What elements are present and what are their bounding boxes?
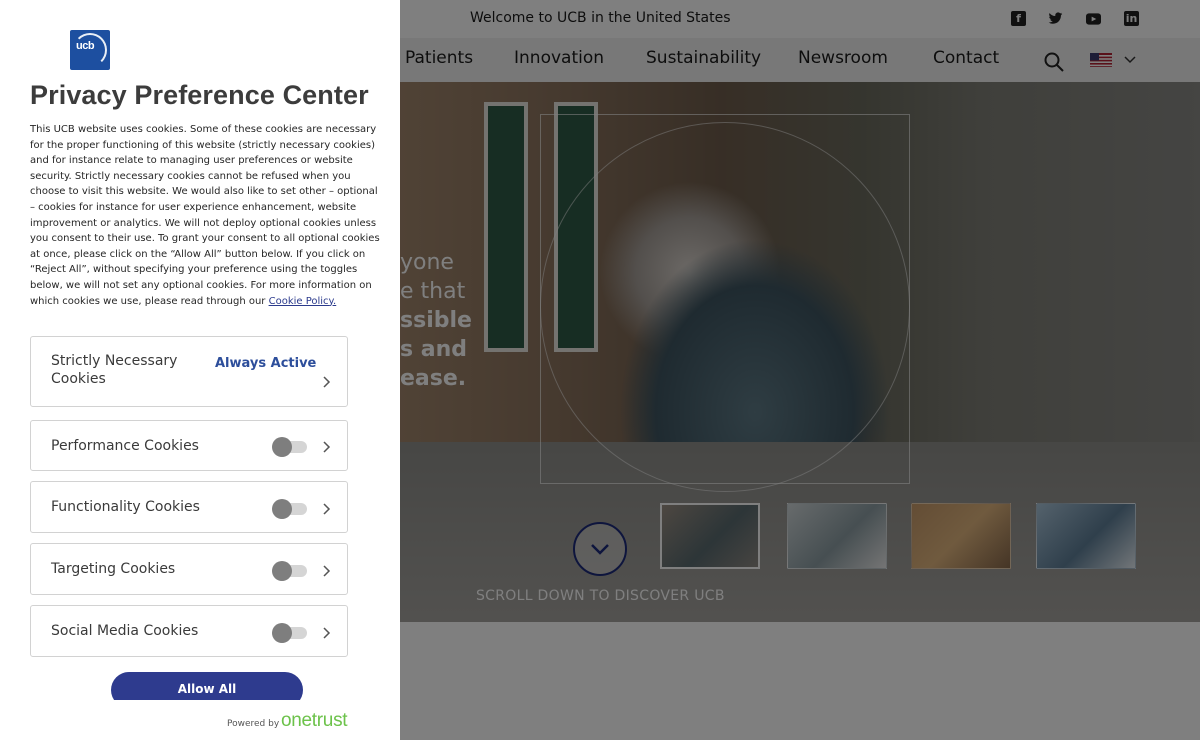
chevron-right-icon[interactable] bbox=[321, 627, 331, 639]
category-label: Performance Cookies bbox=[51, 438, 199, 454]
always-active-badge: Always Active bbox=[215, 356, 317, 371]
category-functionality[interactable]: Functionality Cookies bbox=[30, 481, 348, 533]
category-label: Social Media Cookies bbox=[51, 623, 199, 639]
performance-toggle[interactable] bbox=[272, 437, 307, 457]
toggle-knob bbox=[272, 499, 292, 519]
category-label: Functionality Cookies bbox=[51, 499, 200, 515]
toggle-knob bbox=[272, 623, 292, 643]
onetrust-logo[interactable]: onetrust bbox=[281, 710, 348, 732]
chevron-right-icon[interactable] bbox=[321, 376, 331, 388]
targeting-toggle[interactable] bbox=[272, 561, 307, 581]
panel-description: This UCB website uses cookies. Some of t… bbox=[30, 122, 380, 309]
category-strictly-necessary[interactable]: Strictly Necessary Cookies Always Active bbox=[30, 336, 348, 407]
allow-all-label: Allow All bbox=[177, 682, 237, 696]
privacy-preference-panel: ucb Privacy Preference Center This UCB w… bbox=[0, 0, 400, 740]
powered-by-text: Powered by bbox=[227, 719, 280, 729]
logo-text: ucb bbox=[76, 40, 95, 52]
ucb-logo: ucb bbox=[70, 30, 110, 70]
description-text: This UCB website uses cookies. Some of t… bbox=[30, 124, 380, 307]
chevron-right-icon[interactable] bbox=[321, 565, 331, 577]
functionality-toggle[interactable] bbox=[272, 499, 307, 519]
category-targeting[interactable]: Targeting Cookies bbox=[30, 543, 348, 595]
category-label: Strictly Necessary Cookies bbox=[51, 353, 178, 387]
toggle-knob bbox=[272, 561, 292, 581]
chevron-right-icon[interactable] bbox=[321, 441, 331, 453]
chevron-right-icon[interactable] bbox=[321, 503, 331, 515]
category-social-media[interactable]: Social Media Cookies bbox=[30, 605, 348, 657]
category-performance[interactable]: Performance Cookies bbox=[30, 420, 348, 471]
cookie-policy-link[interactable]: Cookie Policy. bbox=[269, 296, 337, 307]
panel-title: Privacy Preference Center bbox=[30, 80, 369, 110]
category-label: Targeting Cookies bbox=[51, 561, 176, 577]
social-media-toggle[interactable] bbox=[272, 623, 307, 643]
toggle-knob bbox=[272, 437, 292, 457]
